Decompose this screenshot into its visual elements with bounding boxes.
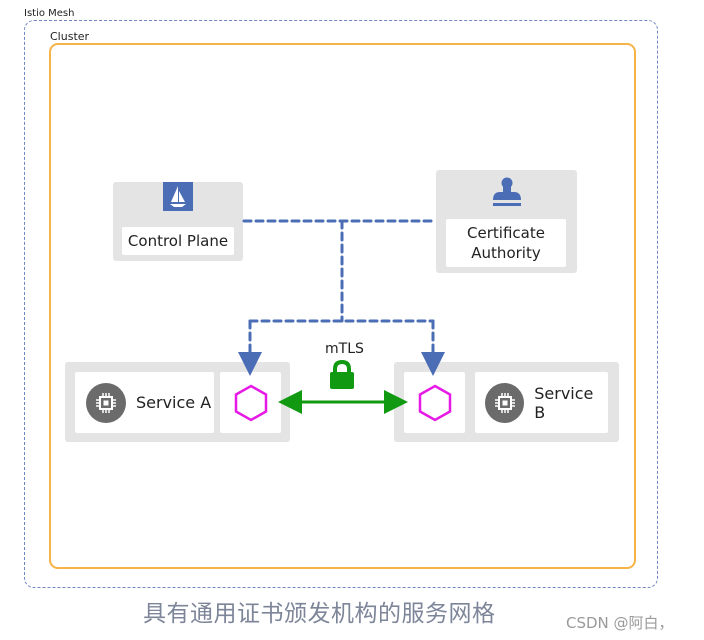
watermark: CSDN @阿白，	[566, 614, 674, 632]
connectors	[238, 219, 445, 414]
diagram-caption: 具有通用证书颁发机构的服务网格	[143, 601, 496, 627]
lock-icon	[330, 359, 354, 389]
mtls-label: mTLS	[325, 341, 364, 357]
